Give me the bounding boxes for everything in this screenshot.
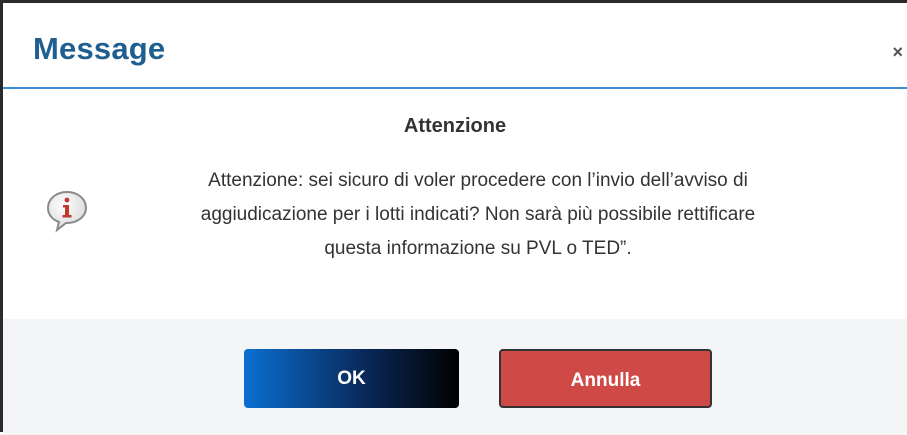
cancel-button[interactable]: Annulla bbox=[499, 349, 712, 408]
message-text: Attenzione: sei sicuro di voler proceder… bbox=[153, 164, 803, 266]
dialog-header: Message × bbox=[3, 3, 907, 89]
dialog-title: Message bbox=[33, 31, 166, 66]
close-icon[interactable]: × bbox=[892, 43, 903, 61]
dialog-body: Attenzione Attenzione: sei sicuro di vol… bbox=[3, 89, 907, 319]
message-line: Attenzione: sei sicuro di voler proceder… bbox=[208, 170, 748, 191]
message-heading: Attenzione bbox=[403, 115, 507, 137]
message-line: questa informazione su PVL o TED”. bbox=[324, 238, 632, 259]
info-speech-bubble-icon bbox=[46, 190, 88, 233]
message-dialog: Message × Attenzione Attenzione: sei sic… bbox=[0, 0, 907, 435]
dialog-footer: OK Annulla bbox=[3, 319, 907, 435]
message-line: aggiudicazione per i lotti indicati? Non… bbox=[200, 204, 756, 225]
ok-button[interactable]: OK bbox=[244, 349, 459, 408]
